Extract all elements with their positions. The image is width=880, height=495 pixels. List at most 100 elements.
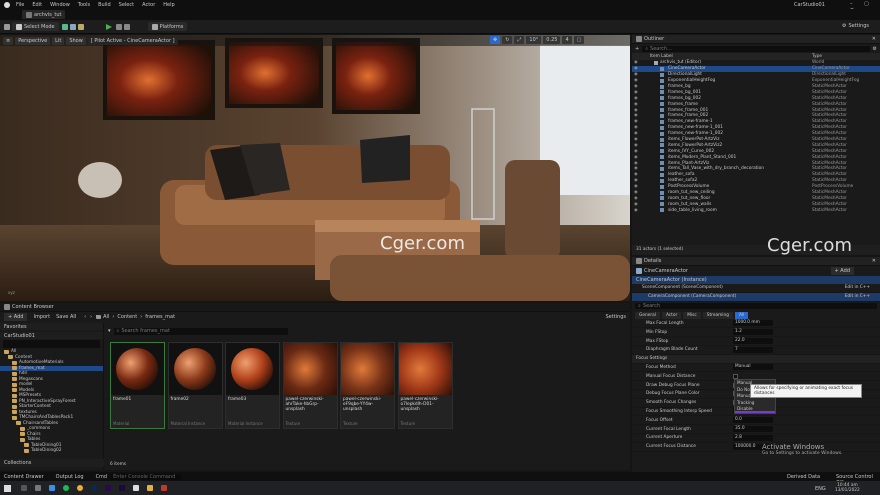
collections-section[interactable]: Collections: [0, 459, 104, 467]
level-tab[interactable]: archvis_tut: [22, 10, 66, 19]
column-item-label[interactable]: Item Label: [650, 54, 673, 59]
component-row[interactable]: SceneComponent (SceneComponent) Edit in C…: [632, 284, 880, 293]
visibility-icon[interactable]: ◉: [634, 143, 638, 148]
visibility-icon[interactable]: ◉: [634, 172, 638, 177]
outliner-search-input[interactable]: ⌕ Search...: [642, 45, 870, 52]
visibility-icon[interactable]: ◉: [634, 131, 638, 136]
column-type[interactable]: Type: [812, 54, 822, 59]
content-drawer-button[interactable]: Content Drawer: [4, 474, 44, 480]
focus-settings-section[interactable]: Focus Settings: [632, 354, 880, 364]
add-component-button[interactable]: + Add: [830, 267, 854, 275]
visibility-icon[interactable]: ◉: [634, 66, 638, 71]
mode-icon-2[interactable]: [69, 23, 76, 30]
premiere-icon[interactable]: [105, 485, 111, 491]
pause-icon[interactable]: [115, 23, 122, 30]
property-value[interactable]: 1.2: [733, 329, 773, 336]
derived-data-button[interactable]: Derived Data: [787, 474, 820, 480]
visibility-icon[interactable]: ◉: [634, 166, 638, 171]
photoshop-icon[interactable]: [91, 485, 97, 491]
property-value[interactable]: 35.0: [733, 426, 773, 433]
visibility-icon[interactable]: ◉: [634, 196, 638, 201]
edit-cpp-link[interactable]: Edit in C++: [845, 294, 870, 299]
outliner-row[interactable]: ◉ side_table_living_room StaticMeshActor: [632, 207, 880, 213]
menu-item[interactable]: Build: [98, 2, 111, 8]
menu-item[interactable]: Actor: [142, 2, 155, 8]
asset-tile[interactable]: pawel-czerwinski-eF9qbe-YY4w-unsplash Tex…: [340, 342, 395, 429]
import-button[interactable]: Import: [33, 314, 50, 320]
edge-icon[interactable]: [49, 485, 55, 491]
favorites-section[interactable]: Favorites: [0, 323, 103, 330]
perspective-button[interactable]: Perspective: [15, 36, 51, 45]
property-value[interactable]: 2.8: [733, 434, 773, 441]
cb-tree-search[interactable]: [3, 340, 100, 348]
asset-tile[interactable]: pawel-czerwinski-o7lepkdIh-D01-unsplash T…: [397, 342, 453, 429]
property-value[interactable]: Manual: [733, 364, 773, 371]
visibility-icon[interactable]: ◉: [634, 119, 638, 124]
property-value[interactable]: 7: [733, 346, 773, 353]
visibility-icon[interactable]: ◉: [634, 90, 638, 95]
property-value[interactable]: 22.0: [733, 338, 773, 345]
level-viewport[interactable]: ≡ Perspective Lit Show [ Pilot Active - …: [0, 35, 630, 301]
menu-item[interactable]: Window: [50, 2, 70, 8]
show-button[interactable]: Show: [66, 36, 86, 45]
scale-icon[interactable]: ⤢: [514, 36, 525, 44]
visibility-icon[interactable]: ◉: [634, 202, 638, 207]
breadcrumb-item[interactable]: frames_mat: [145, 314, 175, 320]
details-search-input[interactable]: ⌕ Search: [635, 303, 877, 310]
mode-icon-3[interactable]: [77, 23, 84, 30]
spotify-icon[interactable]: [63, 485, 69, 491]
app-icon[interactable]: [161, 485, 167, 491]
visibility-icon[interactable]: ◉: [634, 72, 638, 77]
add-icon[interactable]: +: [635, 46, 639, 52]
back-icon[interactable]: ‹: [84, 314, 86, 320]
visibility-icon[interactable]: ◉: [634, 190, 638, 195]
pilot-indicator[interactable]: [ Pilot Active - CineCameraActor ]: [87, 36, 178, 45]
visibility-icon[interactable]: ◉: [634, 178, 638, 183]
explorer-icon[interactable]: [147, 485, 153, 491]
clock[interactable]: 10:44 am 13/01/2022: [835, 483, 860, 493]
details-tab[interactable]: Misc: [683, 311, 701, 319]
property-value[interactable]: 0.0: [733, 417, 773, 424]
component-row[interactable]: CameraComponent (CameraComponent) Edit in…: [632, 292, 880, 302]
visibility-icon[interactable]: ◉: [634, 137, 638, 142]
visibility-icon[interactable]: ◉: [634, 184, 638, 189]
maximize-icon[interactable]: ▢: [573, 36, 585, 44]
rotate-icon[interactable]: ↻: [502, 36, 513, 44]
output-log-button[interactable]: Output Log: [56, 474, 84, 480]
visibility-icon[interactable]: ◉: [634, 161, 638, 166]
settings-button[interactable]: ⚙ Settings: [842, 23, 869, 29]
mode-icon-1[interactable]: [61, 23, 68, 30]
close-icon[interactable]: ✕: [872, 36, 876, 42]
unreal-logo-icon[interactable]: [4, 1, 10, 8]
visibility-icon[interactable]: ◉: [634, 96, 638, 101]
platforms-button[interactable]: Platforms: [147, 22, 188, 31]
console-input[interactable]: Enter Console Command: [111, 473, 182, 480]
cb-search-input[interactable]: ⌕ Search frames_mat: [113, 327, 288, 335]
details-tab[interactable]: General: [635, 311, 660, 319]
breadcrumb-item[interactable]: Content: [117, 314, 137, 320]
filter-icon[interactable]: ▾: [108, 328, 111, 334]
select-mode-button[interactable]: Select Mode: [12, 22, 59, 31]
camera-speed[interactable]: 4: [562, 36, 572, 44]
details-tab[interactable]: Streaming: [702, 311, 733, 319]
menu-item[interactable]: Select: [119, 2, 134, 8]
snap-angle[interactable]: 10°: [526, 36, 542, 44]
cmd-dropdown[interactable]: Cmd: [96, 474, 108, 480]
project-section[interactable]: CarStudio01: [0, 332, 103, 339]
translate-icon[interactable]: ✥: [490, 36, 501, 44]
asset-tile[interactable]: frame03 Material Instance: [225, 342, 280, 429]
edit-cpp-link[interactable]: Edit in C++: [845, 285, 870, 290]
snap-scale[interactable]: 0.25: [543, 36, 561, 44]
visibility-icon[interactable]: ◉: [634, 113, 638, 118]
visibility-icon[interactable]: ◉: [634, 208, 638, 213]
breadcrumb-item[interactable]: All: [103, 314, 109, 320]
visibility-icon[interactable]: ◉: [634, 102, 638, 107]
cb-settings-button[interactable]: Settings: [605, 314, 626, 320]
menu-item[interactable]: File: [16, 2, 24, 8]
menu-item[interactable]: Help: [163, 2, 174, 8]
search-taskbar-icon[interactable]: [21, 485, 27, 491]
visibility-icon[interactable]: ◉: [634, 108, 638, 113]
cb-add-button[interactable]: + Add: [4, 313, 28, 321]
property-value[interactable]: 1000.0 mm: [733, 320, 773, 327]
visibility-icon[interactable]: ◉: [634, 84, 638, 89]
